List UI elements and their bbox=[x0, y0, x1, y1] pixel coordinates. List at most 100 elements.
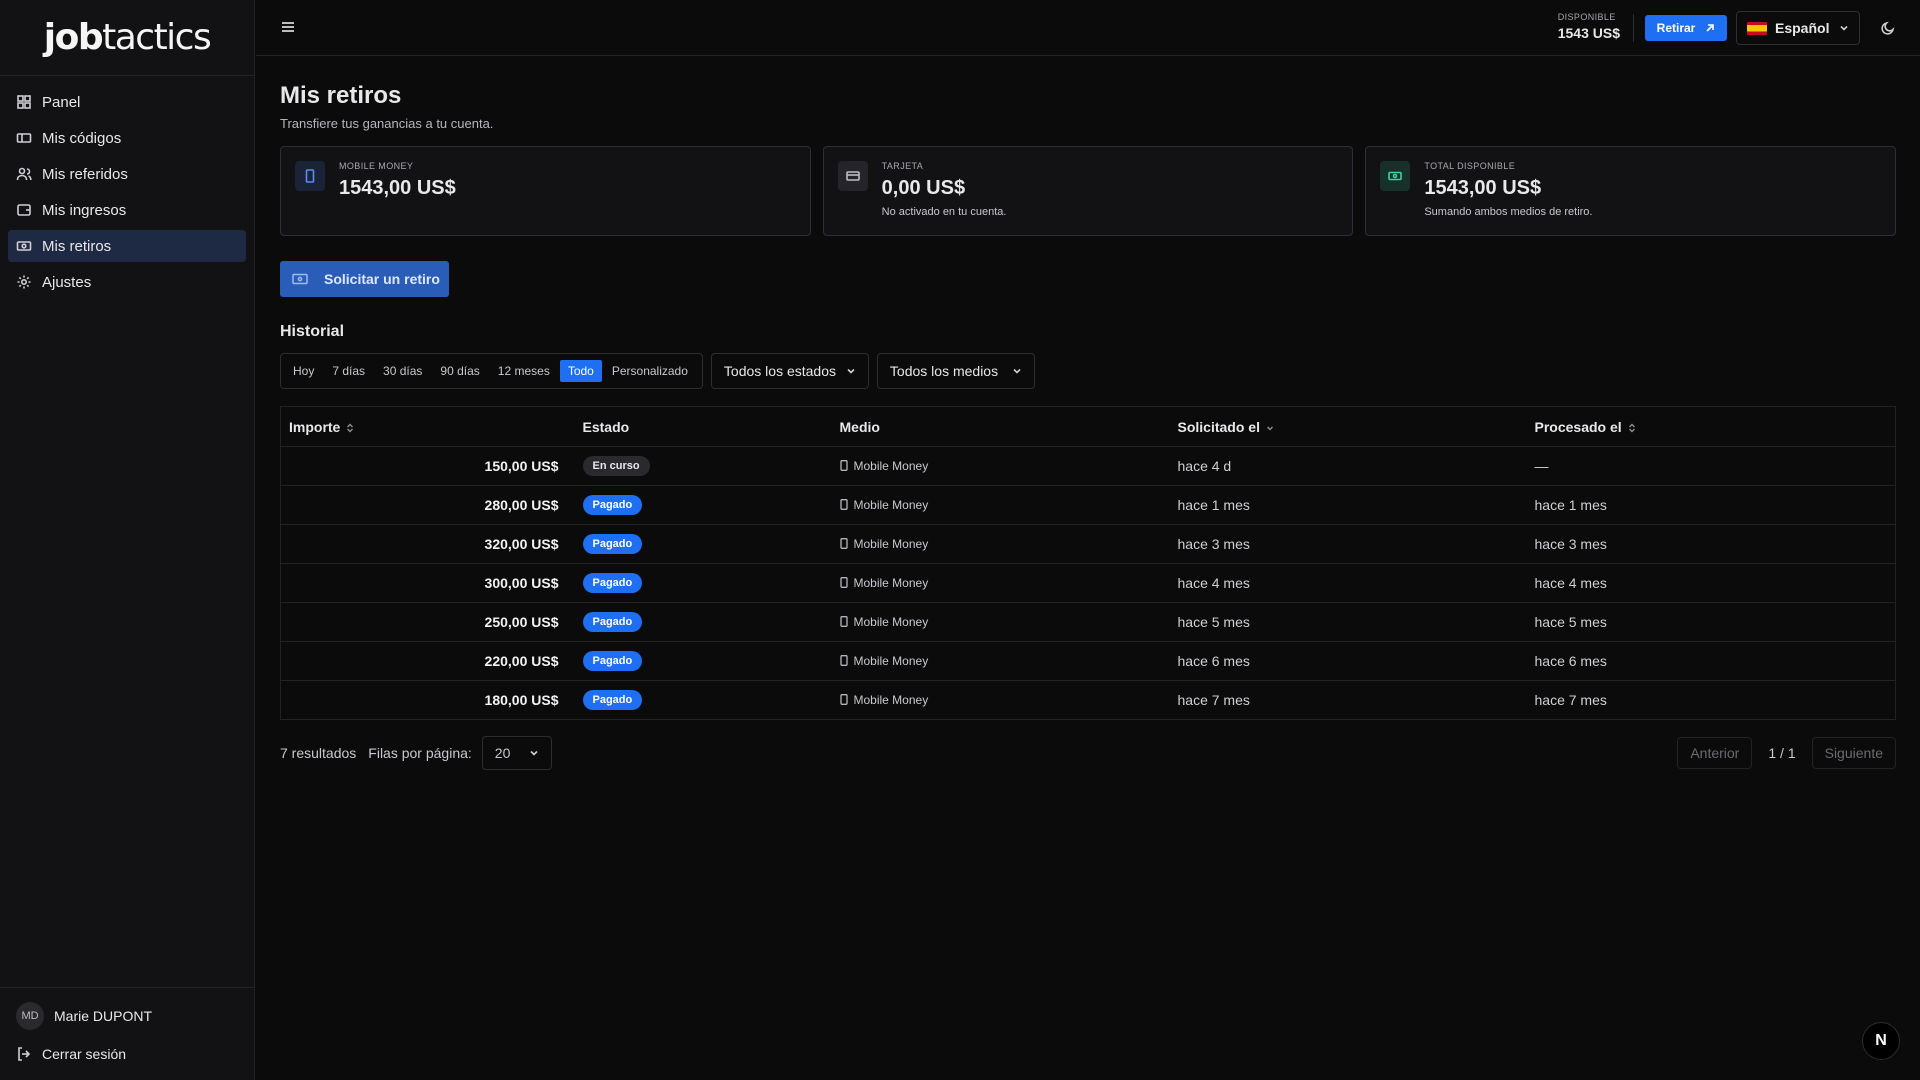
next-page-button[interactable]: Siguiente bbox=[1811, 737, 1896, 769]
language-select[interactable]: Español bbox=[1736, 11, 1860, 45]
card-description: No activado en tu cuenta. bbox=[881, 206, 1007, 218]
requested-cell: hace 4 d bbox=[1169, 446, 1527, 486]
history-filters: Hoy 7 días 30 días 90 días 12 meses Todo… bbox=[280, 353, 1896, 389]
logo[interactable]: jobtactics bbox=[0, 0, 254, 76]
amount-cell: 320,00 US$ bbox=[280, 524, 575, 564]
status-filter-select[interactable]: Todos los estados bbox=[710, 353, 869, 389]
processed-cell: hace 7 mes bbox=[1526, 680, 1896, 720]
card-description: Sumando ambos medios de retiro. bbox=[1424, 206, 1593, 218]
period-today[interactable]: Hoy bbox=[285, 360, 322, 382]
avatar: MD bbox=[16, 1002, 44, 1030]
requested-cell: hace 7 mes bbox=[1169, 680, 1527, 720]
table-header-row: Importe Estado Medio Solicitado el Proce… bbox=[280, 406, 1896, 447]
period-30d[interactable]: 30 días bbox=[375, 360, 430, 382]
processed-cell: hace 5 mes bbox=[1526, 602, 1896, 642]
sidebar-item-label: Mis ingresos bbox=[42, 201, 127, 219]
requested-cell: hace 4 mes bbox=[1169, 563, 1527, 603]
medium-filter-select[interactable]: Todos los medios bbox=[876, 353, 1035, 389]
sidebar-item-label: Mis referidos bbox=[42, 165, 128, 183]
column-header-requested[interactable]: Solicitado el bbox=[1169, 406, 1527, 447]
requested-cell: hace 3 mes bbox=[1169, 524, 1527, 564]
sort-icon bbox=[347, 423, 354, 433]
medium-cell: Mobile Money bbox=[831, 680, 1170, 720]
card-value: 1543,00 US$ bbox=[1424, 177, 1542, 199]
sidebar-nav: Panel Mis códigos Mis referidos Mis ingr… bbox=[0, 76, 254, 312]
sidebar-item-label: Panel bbox=[42, 93, 81, 111]
period-all[interactable]: Todo bbox=[559, 360, 602, 382]
available-value: 1543 US$ bbox=[1557, 25, 1620, 41]
status-cell: Pagado bbox=[574, 602, 832, 642]
status-cell: Pagado bbox=[574, 485, 832, 525]
table-row[interactable]: 220,00 US$ Pagado Mobile Money hace 6 me… bbox=[280, 641, 1896, 681]
period-7d[interactable]: 7 días bbox=[324, 360, 373, 382]
logout-button[interactable]: Cerrar sesión bbox=[16, 1040, 238, 1068]
status-cell: Pagado bbox=[574, 641, 832, 681]
grid-icon bbox=[17, 95, 31, 109]
withdraw-button[interactable]: Retirar bbox=[1645, 15, 1727, 41]
chevron-down-icon bbox=[1013, 368, 1021, 374]
period-90d[interactable]: 90 días bbox=[432, 360, 487, 382]
theme-toggle-button[interactable] bbox=[1880, 20, 1896, 36]
medium-filter-value: Todos los medios bbox=[889, 363, 999, 379]
sidebar-item-codes[interactable]: Mis códigos bbox=[8, 122, 246, 154]
page-indicator: 1 / 1 bbox=[1768, 745, 1796, 761]
spain-flag-icon bbox=[1747, 21, 1767, 35]
sidebar-item-settings[interactable]: Ajustes bbox=[8, 266, 246, 298]
banknote-icon bbox=[1380, 161, 1411, 191]
withdrawals-table: Importe Estado Medio Solicitado el Proce… bbox=[280, 406, 1896, 720]
logout-label: Cerrar sesión bbox=[42, 1046, 127, 1062]
table-row[interactable]: 150,00 US$ En curso Mobile Money hace 4 … bbox=[280, 446, 1896, 486]
request-withdrawal-button[interactable]: Solicitar un retiro bbox=[280, 261, 449, 297]
chevron-down-icon bbox=[847, 368, 855, 374]
processed-cell: — bbox=[1526, 446, 1896, 486]
user-profile[interactable]: MD Marie DUPONT bbox=[16, 1000, 238, 1032]
column-header-processed[interactable]: Procesado el bbox=[1526, 406, 1896, 447]
chevron-down-icon bbox=[1840, 25, 1848, 31]
menu-toggle-button[interactable] bbox=[280, 19, 296, 35]
card-label: MOBILE MONEY bbox=[339, 161, 414, 171]
sidebar-item-referrals[interactable]: Mis referidos bbox=[8, 158, 246, 190]
topbar: DISPONIBLE 1543 US$ Retirar Español bbox=[256, 0, 1920, 56]
banknote-icon bbox=[16, 241, 32, 251]
request-withdrawal-label: Solicitar un retiro bbox=[324, 271, 440, 287]
status-badge: Pagado bbox=[582, 690, 643, 710]
requested-cell: hace 1 mes bbox=[1169, 485, 1527, 525]
period-custom[interactable]: Personalizado bbox=[604, 360, 696, 382]
floating-n-button[interactable]: N bbox=[1862, 1022, 1900, 1060]
banknote-icon bbox=[292, 273, 308, 285]
status-cell: En curso bbox=[574, 446, 832, 486]
status-badge: Pagado bbox=[582, 573, 643, 593]
medium-cell: Mobile Money bbox=[831, 524, 1170, 564]
medium-cell: Mobile Money bbox=[831, 641, 1170, 681]
requested-cell: hace 5 mes bbox=[1169, 602, 1527, 642]
period-12m[interactable]: 12 meses bbox=[490, 360, 558, 382]
results-count: 7 resultados bbox=[280, 745, 357, 761]
medium-cell: Mobile Money bbox=[831, 485, 1170, 525]
requested-cell: hace 6 mes bbox=[1169, 641, 1527, 681]
table-row[interactable]: 180,00 US$ Pagado Mobile Money hace 7 me… bbox=[280, 680, 1896, 720]
phone-icon bbox=[839, 460, 848, 471]
table-row[interactable]: 320,00 US$ Pagado Mobile Money hace 3 me… bbox=[280, 524, 1896, 564]
sidebar-item-withdrawals[interactable]: Mis retiros bbox=[8, 230, 246, 262]
chevron-down-icon bbox=[530, 750, 538, 756]
column-header-amount[interactable]: Importe bbox=[280, 406, 575, 447]
sidebar-item-panel[interactable]: Panel bbox=[8, 86, 246, 118]
period-selector: Hoy 7 días 30 días 90 días 12 meses Todo… bbox=[280, 353, 703, 389]
rows-per-page-select[interactable]: 20 bbox=[481, 736, 552, 770]
rows-per-page-value: 20 bbox=[494, 745, 511, 761]
sidebar-item-income[interactable]: Mis ingresos bbox=[8, 194, 246, 226]
previous-page-button[interactable]: Anterior bbox=[1677, 737, 1753, 769]
phone-icon bbox=[839, 538, 848, 549]
sidebar: jobtactics Panel Mis códigos Mis referid… bbox=[0, 0, 255, 1080]
card-label: TARJETA bbox=[881, 161, 924, 171]
amount-cell: 250,00 US$ bbox=[280, 602, 575, 642]
withdraw-label: Retirar bbox=[1656, 21, 1696, 35]
available-label: DISPONIBLE bbox=[1557, 12, 1616, 22]
table-row[interactable]: 250,00 US$ Pagado Mobile Money hace 5 me… bbox=[280, 602, 1896, 642]
table-row[interactable]: 300,00 US$ Pagado Mobile Money hace 4 me… bbox=[280, 563, 1896, 603]
pagination-controls: Anterior 1 / 1 Siguiente bbox=[1677, 737, 1896, 769]
phone-icon bbox=[839, 616, 848, 627]
table-row[interactable]: 280,00 US$ Pagado Mobile Money hace 1 me… bbox=[280, 485, 1896, 525]
amount-cell: 220,00 US$ bbox=[280, 641, 575, 681]
ticket-icon bbox=[16, 133, 32, 143]
